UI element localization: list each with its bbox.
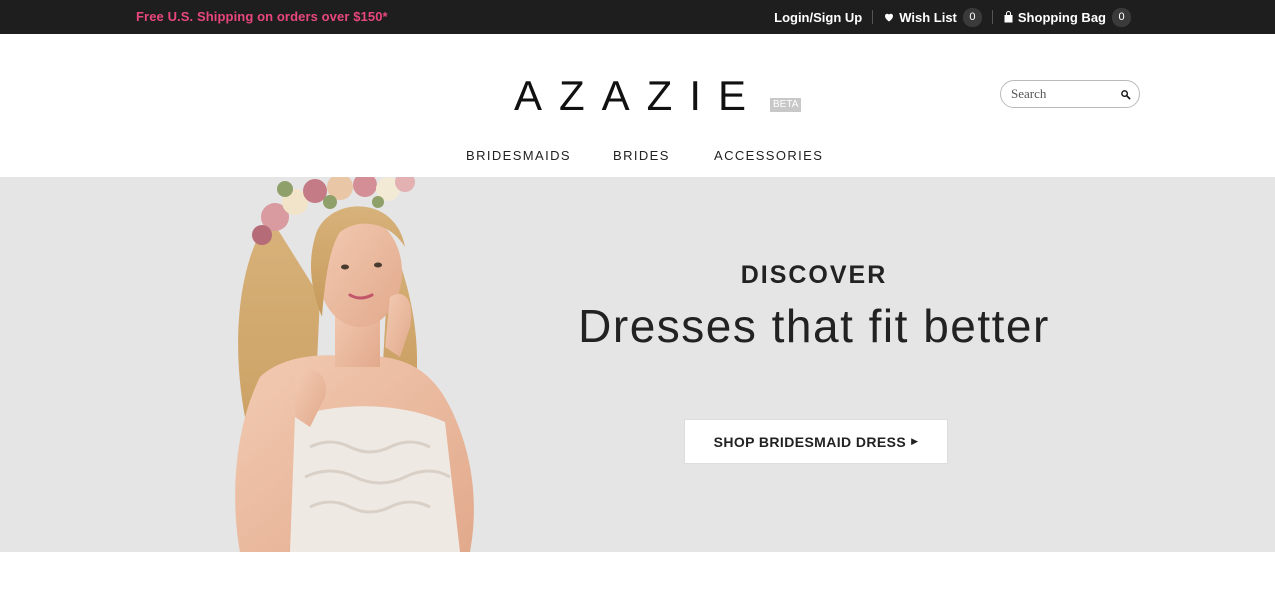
- wishlist-link[interactable]: Wish List 0: [883, 7, 982, 27]
- hero-banner: DISCOVER Dresses that fit better SHOP BR…: [0, 177, 1275, 552]
- divider: [872, 10, 874, 24]
- shop-bridesmaid-dress-button[interactable]: SHOP BRIDESMAID DRESS ▶: [684, 419, 948, 464]
- wishlist-label: Wish List: [899, 9, 957, 25]
- search-box: [1000, 80, 1140, 108]
- hero-kicker: DISCOVER: [740, 261, 888, 289]
- search-icon[interactable]: [1120, 89, 1131, 100]
- shopping-bag-link[interactable]: Shopping Bag 0: [1003, 7, 1131, 27]
- model-photo: [235, 177, 474, 552]
- shopping-bag-icon: [1004, 11, 1013, 23]
- bag-count-badge: 0: [1112, 7, 1131, 27]
- divider: [991, 10, 993, 24]
- cta-label: SHOP BRIDESMAID DRESS: [713, 433, 907, 450]
- play-arrow-icon: ▶: [911, 436, 919, 446]
- shopping-bag-label: Shopping Bag: [1017, 9, 1106, 25]
- azazie-logo[interactable]: AZAZIE: [514, 73, 763, 119]
- heart-icon: [885, 13, 894, 22]
- search-input[interactable]: [1011, 86, 1111, 102]
- top-bar: Free U.S. Shipping on orders over $150* …: [0, 0, 1275, 34]
- login-signup-link[interactable]: Login/Sign Up: [774, 10, 862, 25]
- utility-links: Login/Sign Up Wish List 0 Shopping Bag 0: [774, 0, 1131, 34]
- beta-badge: BETA: [770, 98, 802, 112]
- hero-headline: Dresses that fit better: [578, 300, 1050, 352]
- wishlist-count-badge: 0: [962, 7, 982, 27]
- shipping-promo: Free U.S. Shipping on orders over $150*: [136, 9, 388, 24]
- nav-item-bridesmaids[interactable]: BRIDESMAIDS: [466, 148, 571, 163]
- nav-item-brides[interactable]: BRIDES: [613, 148, 670, 163]
- nav-item-accessories[interactable]: ACCESSORIES: [714, 148, 823, 163]
- main-nav: BRIDESMAIDS BRIDES ACCESSORIES: [0, 148, 1275, 168]
